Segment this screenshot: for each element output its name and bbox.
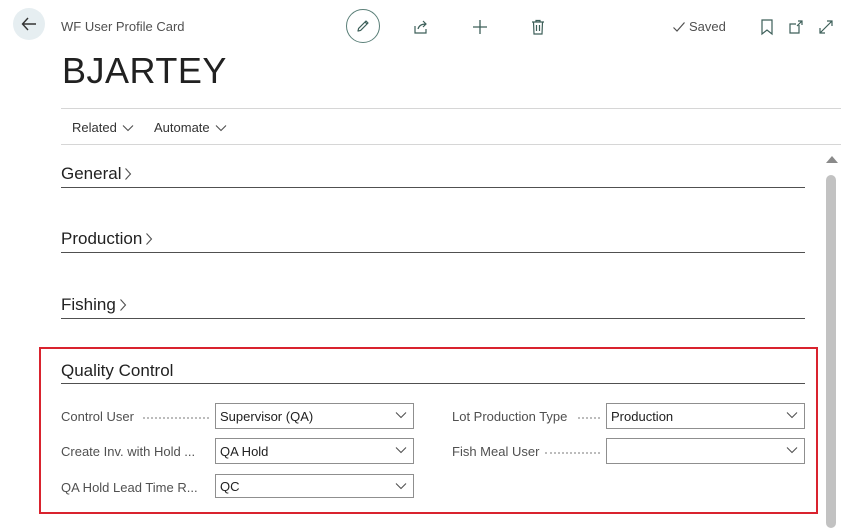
edit-button[interactable]: [346, 9, 380, 43]
record-title: BJARTEY: [62, 50, 227, 91]
automate-menu[interactable]: Automate: [154, 120, 227, 135]
divider: [61, 144, 841, 145]
expand-button[interactable]: [816, 16, 836, 38]
section-underline: [61, 318, 805, 319]
section-general[interactable]: General: [61, 164, 805, 189]
chevron-right-icon: [146, 233, 153, 245]
related-menu-label: Related: [72, 120, 117, 135]
chevron-down-icon: [215, 124, 227, 131]
saved-status: Saved: [672, 19, 726, 34]
open-new-window-icon: [789, 20, 803, 34]
chevron-right-icon: [125, 168, 132, 180]
section-underline: [61, 252, 805, 253]
delete-button[interactable]: [527, 16, 549, 38]
expand-icon: [819, 20, 833, 34]
checkmark-icon: [673, 21, 685, 32]
section-production[interactable]: Production: [61, 229, 805, 254]
chevron-down-icon: [122, 124, 134, 131]
bookmark-icon: [761, 19, 773, 36]
page-breadcrumb: WF User Profile Card: [61, 19, 185, 34]
highlight-box: [39, 347, 818, 514]
section-general-title: General: [61, 164, 122, 183]
saved-label: Saved: [689, 19, 726, 34]
share-icon: [414, 20, 427, 34]
open-new-window-button[interactable]: [786, 16, 806, 38]
section-fishing[interactable]: Fishing: [61, 295, 805, 320]
bookmark-button[interactable]: [757, 16, 777, 38]
section-fishing-title: Fishing: [61, 295, 116, 314]
back-button[interactable]: [13, 8, 45, 40]
section-underline: [61, 187, 805, 188]
trash-icon: [532, 19, 544, 35]
pencil-icon: [357, 20, 369, 32]
scroll-up-arrow-icon: [826, 156, 838, 163]
section-production-title: Production: [61, 229, 143, 248]
chevron-right-icon: [119, 299, 127, 311]
related-menu[interactable]: Related: [72, 120, 134, 135]
share-button[interactable]: [410, 16, 432, 38]
arrow-left-icon: [21, 17, 36, 31]
divider: [61, 108, 841, 109]
scrollbar-thumb[interactable]: [826, 175, 836, 528]
plus-icon: [473, 20, 487, 34]
automate-menu-label: Automate: [154, 120, 210, 135]
new-button[interactable]: [469, 16, 491, 38]
